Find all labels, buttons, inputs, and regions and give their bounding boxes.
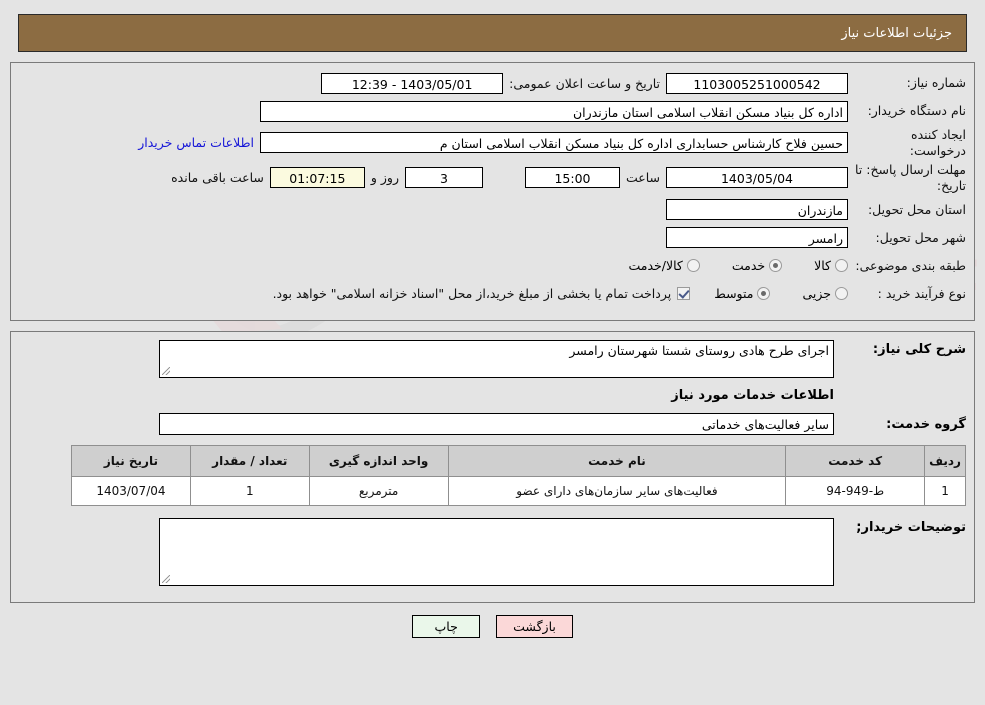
need-summary-panel: شماره نیاز: 1103005251000542 تاریخ و ساع… [10, 62, 975, 321]
row-province: استان محل تحویل: مازندران [19, 198, 966, 222]
row-deadline: مهلت ارسال پاسخ: تا تاریخ: 1403/05/04 سا… [19, 162, 966, 193]
table-header-row: ردیف کد خدمت نام خدمت واحد اندازه گیری ت… [71, 444, 966, 477]
row-buyer-org: نام دستگاه خریدار: اداره کل بنیاد مسکن ا… [19, 99, 966, 123]
radio-icon[interactable] [835, 287, 848, 300]
remaining-suffix-label: ساعت باقی مانده [171, 170, 264, 186]
row-classification: طبقه بندی موضوعی: کالا خدمت کالا/خدمت [19, 254, 966, 278]
classification-option-khedmat[interactable]: خدمت [731, 258, 783, 273]
province-label: استان محل تحویل: [867, 201, 966, 217]
remaining-days-value: 3 [404, 167, 483, 189]
row-creator: ایجاد کننده درخواست: حسین فلاح کارشناس ح… [19, 127, 966, 158]
buyer-org-value: اداره کل بنیاد مسکن انقلاب اسلامی استان … [260, 100, 848, 122]
back-button[interactable]: بازگشت [496, 614, 573, 638]
radio-icon[interactable] [835, 259, 848, 272]
cell-date: 1403/07/04 [71, 475, 191, 506]
radio-icon[interactable] [686, 259, 700, 272]
classification-option-label: خدمت [731, 258, 766, 273]
process-label: نوع فرآیند خرید : [877, 285, 966, 301]
deadline-date-value: 1403/05/04 [666, 167, 848, 189]
service-group-value: سایر فعالیت‌های خدماتی [159, 412, 834, 435]
remaining-clock-value: 01:07:15 [269, 167, 365, 189]
print-button[interactable]: چاپ [412, 614, 481, 638]
cell-code: ط-949-94 [785, 475, 926, 506]
process-radio-group: جزیی متوسط [690, 286, 848, 301]
radio-icon[interactable] [757, 287, 771, 300]
buyer-contact-link[interactable]: اطلاعات تماس خریدار [132, 135, 260, 150]
cell-name: فعالیت‌های سایر سازمان‌های دارای عضو [447, 475, 787, 506]
classification-option-kala[interactable]: کالا [814, 258, 848, 273]
deadline-label: مهلت ارسال پاسخ: تا تاریخ: [855, 162, 966, 193]
col-radif: ردیف [924, 444, 966, 477]
action-button-bar: بازگشت چاپ [0, 614, 985, 638]
province-value: مازندران [666, 199, 848, 220]
need-number-label: شماره نیاز: [906, 75, 966, 91]
services-table: ردیف کد خدمت نام خدمت واحد اندازه گیری ت… [71, 444, 966, 506]
buyer-org-label: نام دستگاه خریدار: [867, 103, 966, 119]
row-process-type: نوع فرآیند خرید : جزیی متوسط پرداخت تمام… [19, 282, 966, 306]
deadline-time-value: 15:00 [524, 167, 620, 189]
row-city: شهر محل تحویل: رامسر [19, 226, 966, 250]
classification-radio-group: کالا خدمت کالا/خدمت [604, 258, 848, 273]
cell-radif: 1 [924, 475, 966, 506]
need-details-panel: شرح کلی نیاز: اجرای طرح هادی روستای شستا… [10, 330, 975, 603]
services-heading: اطلاعات خدمات مورد نیاز [671, 387, 834, 403]
classification-option-label: کالا/خدمت [628, 258, 683, 273]
row-buyer-notes: توضیحات خریدار; [19, 517, 966, 586]
creator-value: حسین فلاح کارشناس حسابداری اداره کل بنیا… [260, 132, 848, 154]
row-need-number: شماره نیاز: 1103005251000542 تاریخ و ساع… [19, 71, 966, 95]
announce-label: تاریخ و ساعت اعلان عمومی: [509, 75, 660, 91]
summary-label: شرح کلی نیاز: [872, 341, 966, 357]
city-value: رامسر [666, 227, 848, 248]
classification-option-kala-khedmat[interactable]: کالا/خدمت [628, 258, 700, 273]
classification-label: طبقه بندی موضوعی: [855, 257, 966, 273]
treasury-checkbox[interactable] [677, 287, 691, 300]
announce-value: 1403/05/01 - 12:39 [321, 72, 504, 94]
row-summary: شرح کلی نیاز: اجرای طرح هادی روستای شستا… [19, 339, 966, 378]
col-qty: تعداد / مقدار [189, 444, 310, 477]
classification-option-label: کالا [814, 258, 831, 273]
process-option-label: متوسط [714, 286, 754, 301]
process-option-motevaset[interactable]: متوسط [714, 286, 771, 301]
process-option-jozei[interactable]: جزیی [802, 286, 848, 301]
col-date: تاریخ نیاز [71, 444, 191, 477]
col-code: کد خدمت [785, 444, 926, 477]
cell-qty: 1 [189, 475, 310, 506]
remaining-days-label: روز و [370, 170, 399, 186]
page-title: جزئیات اطلاعات نیاز [841, 25, 952, 41]
service-group-label: گروه خدمت: [886, 417, 966, 432]
summary-textarea[interactable]: اجرای طرح هادی روستای شستا شهرستان رامسر [159, 339, 834, 378]
process-option-label: جزیی [802, 286, 831, 301]
buyer-notes-textarea[interactable] [159, 517, 834, 586]
city-label: شهر محل تحویل: [875, 229, 966, 245]
treasury-note: پرداخت تمام یا بخشی از مبلغ خرید،از محل … [272, 286, 672, 301]
col-unit: واحد اندازه گیری [308, 444, 449, 477]
table-row: 1 ط-949-94 فعالیت‌های سایر سازمان‌های دا… [71, 475, 966, 506]
page-header: جزئیات اطلاعات نیاز [18, 14, 967, 52]
creator-label: ایجاد کننده درخواست: [909, 127, 966, 158]
row-service-group: گروه خدمت: سایر فعالیت‌های خدماتی [19, 412, 966, 435]
cell-unit: مترمربع [308, 475, 449, 506]
deadline-time-label: ساعت [625, 170, 660, 186]
need-number-value: 1103005251000542 [666, 72, 848, 94]
buyer-notes-label: توضیحات خریدار; [856, 519, 966, 535]
radio-icon[interactable] [769, 259, 783, 272]
col-name: نام خدمت [447, 444, 787, 477]
